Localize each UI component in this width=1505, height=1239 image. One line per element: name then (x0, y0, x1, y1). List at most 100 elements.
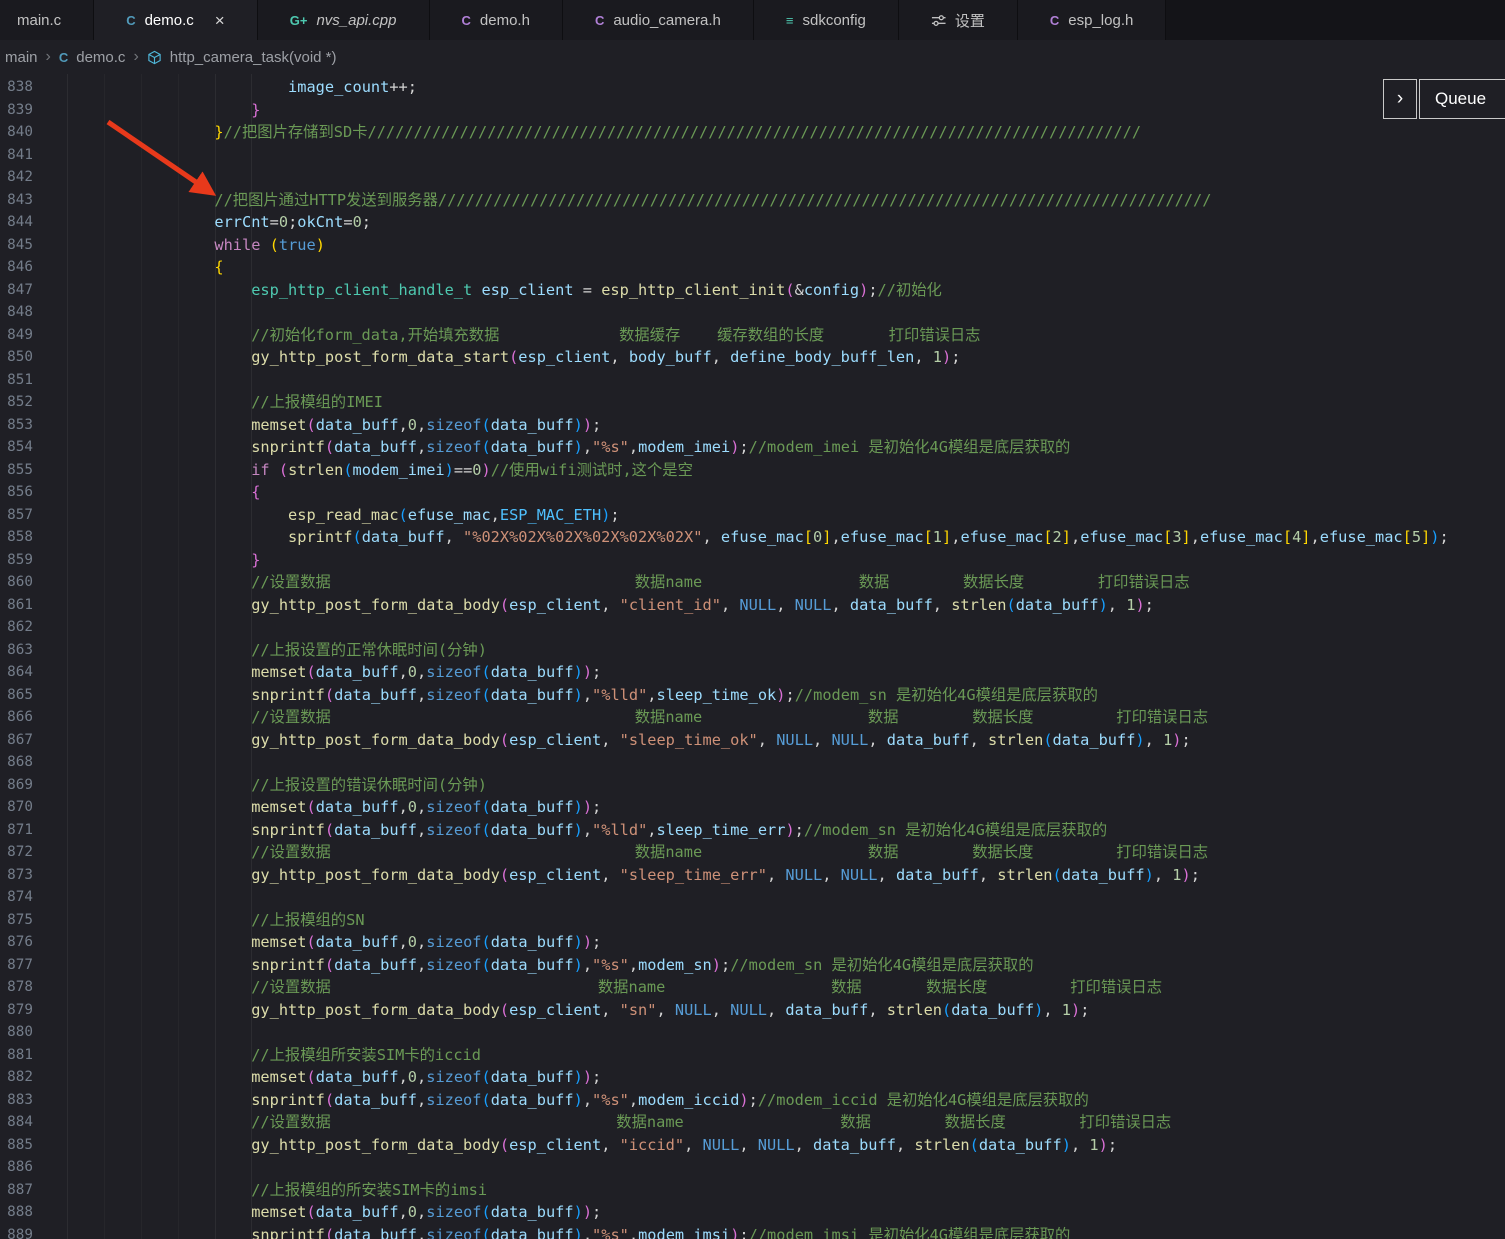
line-number[interactable]: 869 (0, 774, 33, 797)
code-line[interactable]: 884 //设置数据 数据name 数据 数据长度 打印错误日志 (0, 1111, 1505, 1134)
code-line[interactable]: 842 (0, 166, 1505, 189)
code-line[interactable]: 867 gy_http_post_form_data_body(esp_clie… (0, 729, 1505, 752)
tab-main-c[interactable]: main.c (0, 0, 95, 40)
code-line[interactable]: 888 memset(data_buff,0,sizeof(data_buff)… (0, 1201, 1505, 1224)
tab-demo-h[interactable]: C demo.h (429, 0, 563, 40)
code-line[interactable]: 865 snprintf(data_buff,sizeof(data_buff)… (0, 684, 1505, 707)
code-line[interactable]: 866 //设置数据 数据name 数据 数据长度 打印错误日志 (0, 706, 1505, 729)
line-number[interactable]: 874 (0, 886, 33, 909)
code-line[interactable]: 880 (0, 1021, 1505, 1044)
line-number[interactable]: 840 (0, 121, 33, 144)
code-line[interactable]: 885 gy_http_post_form_data_body(esp_clie… (0, 1134, 1505, 1157)
tab-audio-camera-h[interactable]: C audio_camera.h (562, 0, 754, 40)
code-line[interactable]: 856 { (0, 481, 1505, 504)
code-line[interactable]: 839 } (0, 99, 1505, 122)
code-line[interactable]: 862 (0, 616, 1505, 639)
code-line[interactable]: 861 gy_http_post_form_data_body(esp_clie… (0, 594, 1505, 617)
line-number[interactable]: 852 (0, 391, 33, 414)
code-line[interactable]: 857 esp_read_mac(efuse_mac,ESP_MAC_ETH); (0, 504, 1505, 527)
breadcrumb-item-main[interactable]: main (5, 49, 38, 66)
tab-settings[interactable]: 设置 (898, 0, 1018, 40)
line-number[interactable]: 867 (0, 729, 33, 752)
editor[interactable]: 838 image_count++; 839 } 840 }//把图片存储到SD卡/… (0, 74, 1505, 1239)
expand-chevron-button[interactable]: › (1383, 79, 1417, 119)
line-number[interactable]: 888 (0, 1201, 33, 1224)
line-number[interactable]: 855 (0, 459, 33, 482)
code-line[interactable]: 847 esp_http_client_handle_t esp_client … (0, 279, 1505, 302)
code-line[interactable]: 854 snprintf(data_buff,sizeof(data_buff)… (0, 436, 1505, 459)
line-number[interactable]: 842 (0, 166, 33, 189)
code-line[interactable]: 887 //上报模组的所安装SIM卡的imsi (0, 1179, 1505, 1202)
line-number[interactable]: 860 (0, 571, 33, 594)
line-number[interactable]: 838 (0, 76, 33, 99)
code-line[interactable]: 868 (0, 751, 1505, 774)
code-line[interactable]: 872 //设置数据 数据name 数据 数据长度 打印错误日志 (0, 841, 1505, 864)
line-number[interactable]: 871 (0, 819, 33, 842)
code-line[interactable]: 843 //把图片通过HTTP发送到服务器///////////////////… (0, 189, 1505, 212)
line-number[interactable]: 884 (0, 1111, 33, 1134)
line-number[interactable]: 857 (0, 504, 33, 527)
line-number[interactable]: 887 (0, 1179, 33, 1202)
line-number[interactable]: 883 (0, 1089, 33, 1112)
code-line[interactable]: 840 }//把图片存储到SD卡////////////////////////… (0, 121, 1505, 144)
line-number[interactable]: 844 (0, 211, 33, 234)
line-number[interactable]: 886 (0, 1156, 33, 1179)
line-number[interactable]: 862 (0, 616, 33, 639)
line-number[interactable]: 876 (0, 931, 33, 954)
line-number[interactable]: 854 (0, 436, 33, 459)
line-number[interactable]: 864 (0, 661, 33, 684)
code-line[interactable]: 863 //上报设置的正常休眠时间(分钟) (0, 639, 1505, 662)
code-line[interactable]: 858 sprintf(data_buff, "%02X%02X%02X%02X… (0, 526, 1505, 549)
code-line[interactable]: 875 //上报模组的SN (0, 909, 1505, 932)
line-number[interactable]: 882 (0, 1066, 33, 1089)
line-number[interactable]: 870 (0, 796, 33, 819)
line-number[interactable]: 858 (0, 526, 33, 549)
code-line[interactable]: 864 memset(data_buff,0,sizeof(data_buff)… (0, 661, 1505, 684)
code-line[interactable]: 881 //上报模组所安装SIM卡的iccid (0, 1044, 1505, 1067)
line-number[interactable]: 880 (0, 1021, 33, 1044)
code-line[interactable]: 874 (0, 886, 1505, 909)
line-number[interactable]: 863 (0, 639, 33, 662)
tab-sdkconfig[interactable]: ≡ sdkconfig (753, 0, 899, 40)
line-number[interactable]: 848 (0, 301, 33, 324)
code-line[interactable]: 878 //设置数据 数据name 数据 数据长度 打印错误日志 (0, 976, 1505, 999)
line-number[interactable]: 851 (0, 369, 33, 392)
line-number[interactable]: 849 (0, 324, 33, 347)
line-number[interactable]: 885 (0, 1134, 33, 1157)
code-line[interactable]: 873 gy_http_post_form_data_body(esp_clie… (0, 864, 1505, 887)
code-line[interactable]: 838 image_count++; (0, 76, 1505, 99)
line-number[interactable]: 856 (0, 481, 33, 504)
line-number[interactable]: 846 (0, 256, 33, 279)
line-number[interactable]: 859 (0, 549, 33, 572)
line-number[interactable]: 879 (0, 999, 33, 1022)
code-line[interactable]: 841 (0, 144, 1505, 167)
code-line[interactable]: 850 gy_http_post_form_data_start(esp_cli… (0, 346, 1505, 369)
code-line[interactable]: 853 memset(data_buff,0,sizeof(data_buff)… (0, 414, 1505, 437)
close-icon[interactable]: × (215, 12, 225, 29)
tab-esp-log-h[interactable]: C esp_log.h (1017, 0, 1167, 40)
code-line[interactable]: 849 //初始化form_data,开始填充数据 数据缓存 缓存数组的长度 打… (0, 324, 1505, 347)
tab-demo-c[interactable]: C demo.c × (94, 0, 258, 40)
code-line[interactable]: 860 //设置数据 数据name 数据 数据长度 打印错误日志 (0, 571, 1505, 594)
code-line[interactable]: 886 (0, 1156, 1505, 1179)
code-line[interactable]: 877 snprintf(data_buff,sizeof(data_buff)… (0, 954, 1505, 977)
code-line[interactable]: 882 memset(data_buff,0,sizeof(data_buff)… (0, 1066, 1505, 1089)
line-number[interactable]: 839 (0, 99, 33, 122)
code-line[interactable]: 848 (0, 301, 1505, 324)
line-number[interactable]: 853 (0, 414, 33, 437)
breadcrumb-item-function[interactable]: http_camera_task(void *) (170, 49, 337, 66)
queue-button[interactable]: Queue (1419, 79, 1505, 119)
code-line[interactable]: 844 errCnt=0;okCnt=0; (0, 211, 1505, 234)
code-line[interactable]: 871 snprintf(data_buff,sizeof(data_buff)… (0, 819, 1505, 842)
line-number[interactable]: 875 (0, 909, 33, 932)
code-line[interactable]: 876 memset(data_buff,0,sizeof(data_buff)… (0, 931, 1505, 954)
code-line[interactable]: 879 gy_http_post_form_data_body(esp_clie… (0, 999, 1505, 1022)
code-line[interactable]: 845 while (true) (0, 234, 1505, 257)
line-number[interactable]: 866 (0, 706, 33, 729)
line-number[interactable]: 873 (0, 864, 33, 887)
code-line[interactable]: 852 //上报模组的IMEI (0, 391, 1505, 414)
line-number[interactable]: 889 (0, 1224, 33, 1239)
code-line[interactable]: 870 memset(data_buff,0,sizeof(data_buff)… (0, 796, 1505, 819)
code-line[interactable]: 851 (0, 369, 1505, 392)
line-number[interactable]: 877 (0, 954, 33, 977)
